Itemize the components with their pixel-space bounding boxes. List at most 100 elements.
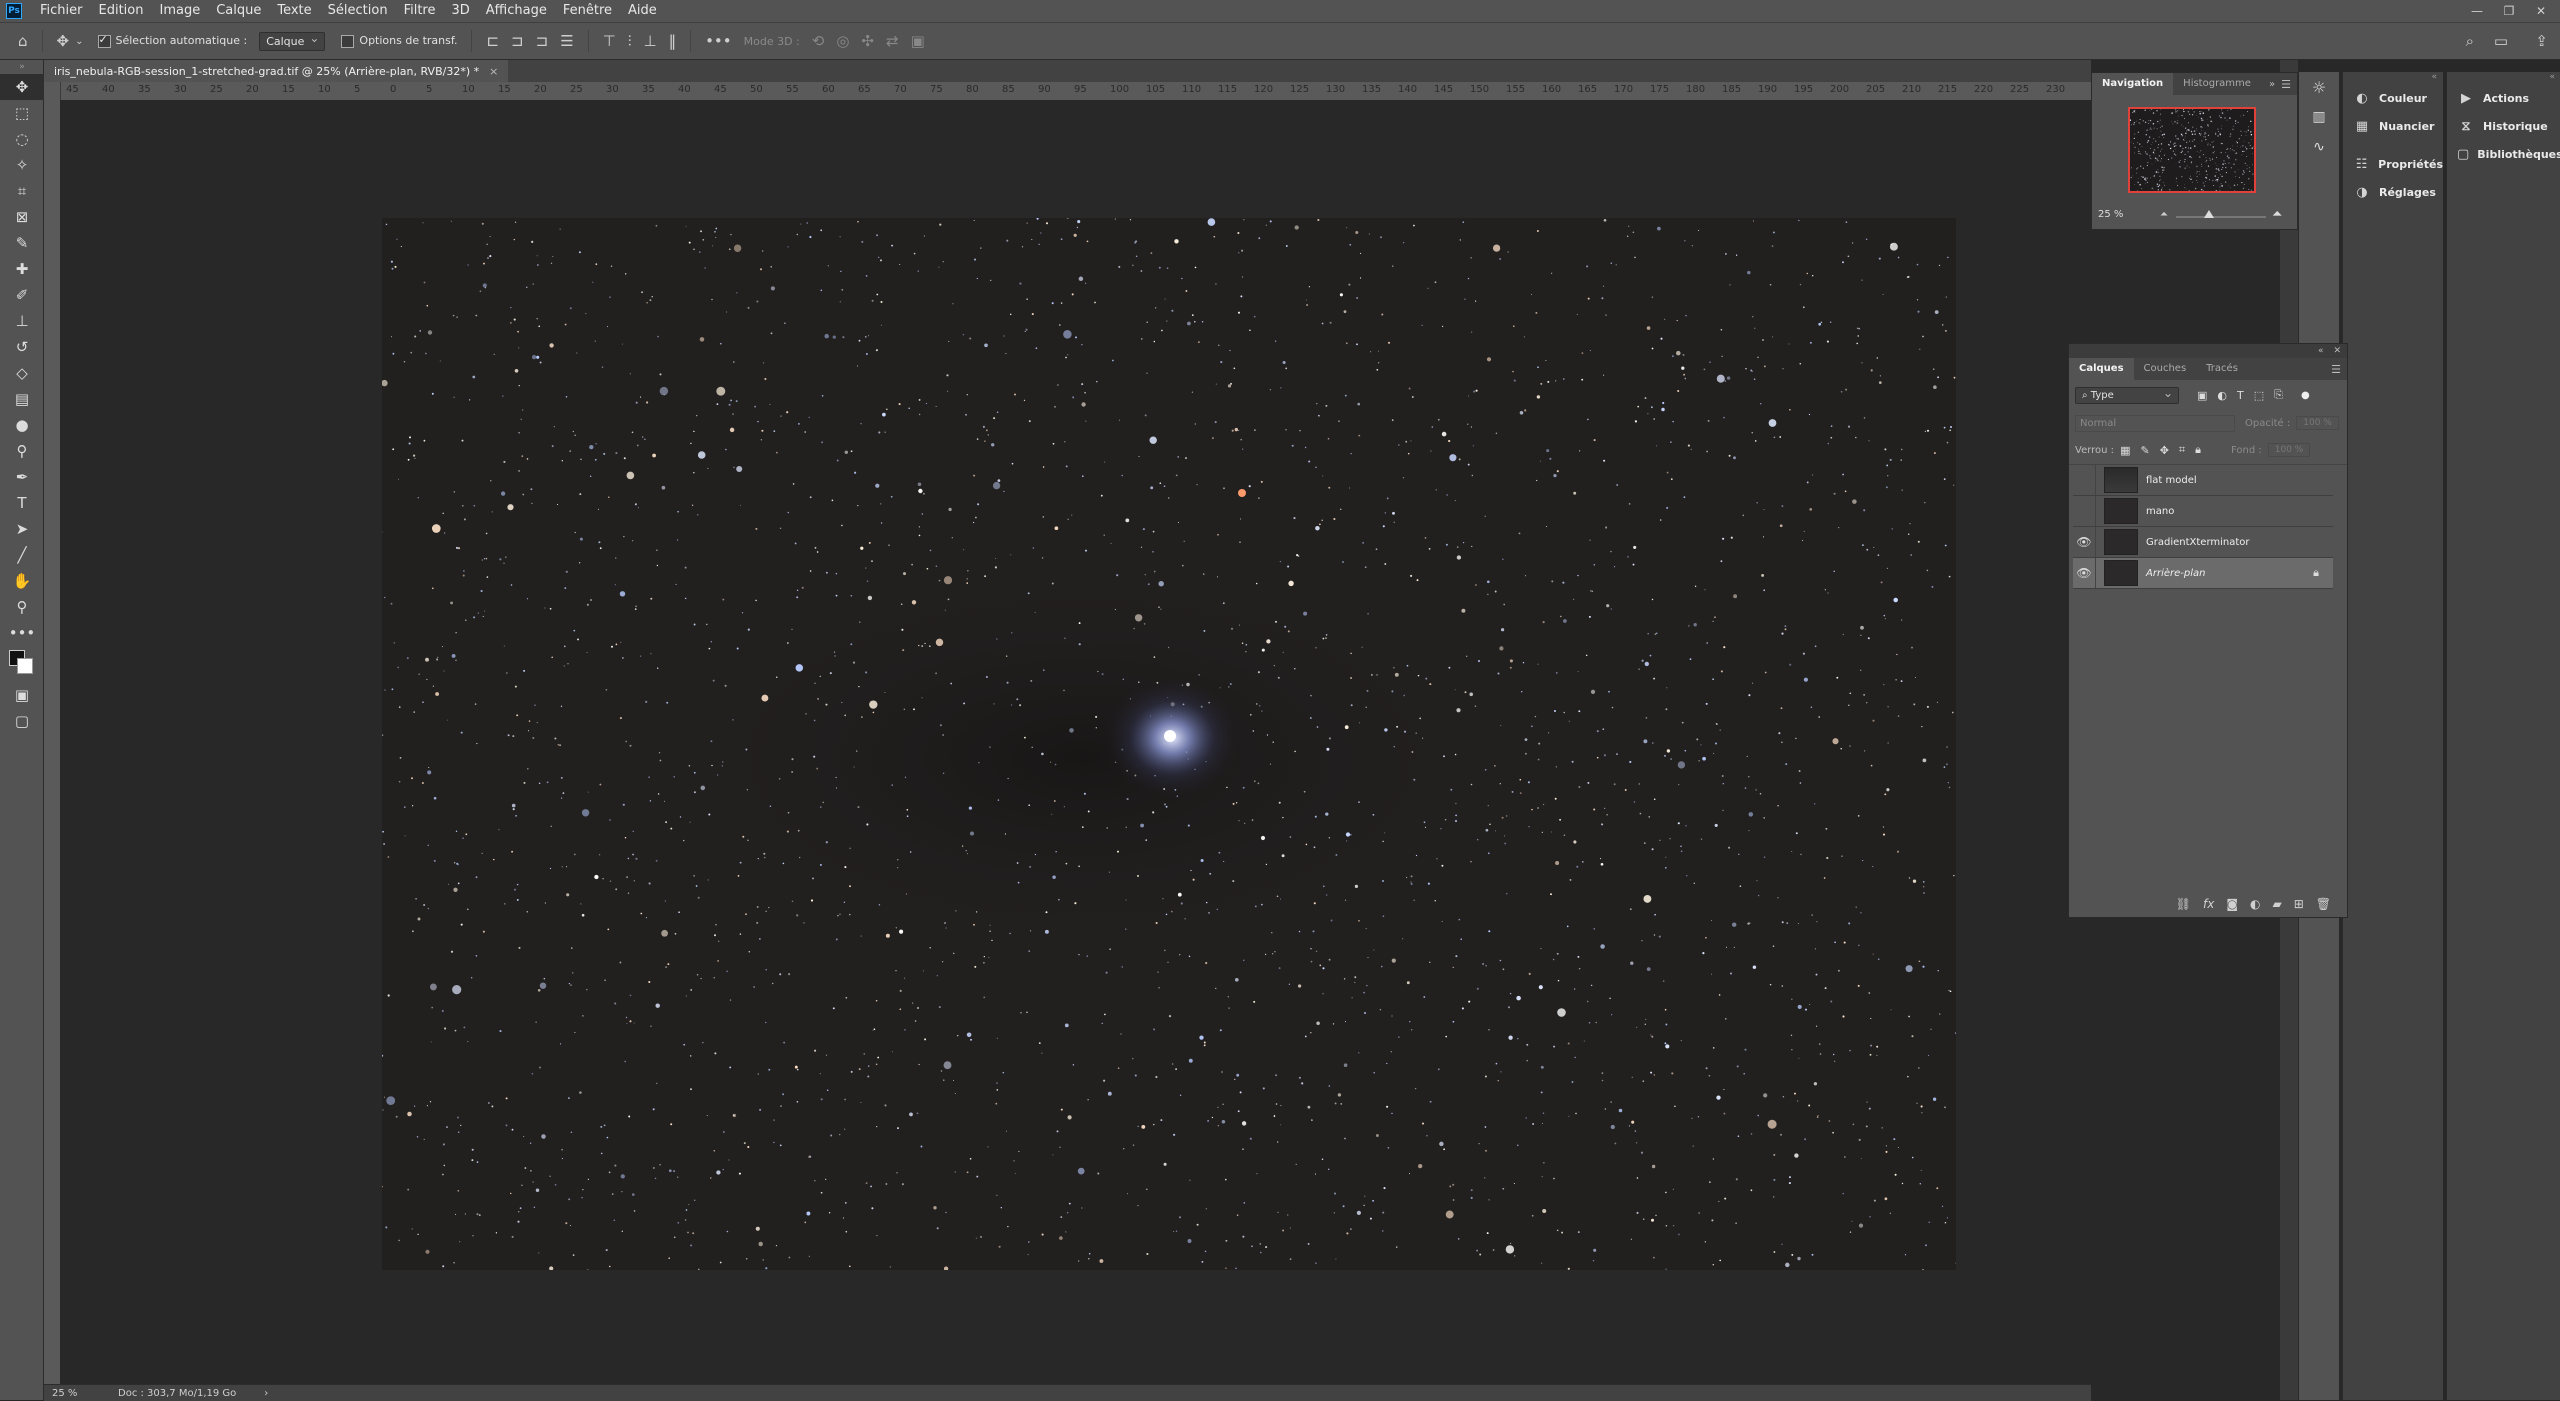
link-layers-icon[interactable]: ⛓ bbox=[2176, 897, 2191, 911]
filter-shape-icon[interactable]: ⬚ bbox=[2254, 389, 2264, 402]
tab-calques[interactable]: Calques bbox=[2069, 358, 2134, 380]
filter-adjustment-icon[interactable]: ◐ bbox=[2217, 389, 2227, 402]
new-layer-icon[interactable]: ⊞ bbox=[2294, 897, 2304, 911]
3d-camera-icon[interactable]: ▣ bbox=[911, 32, 925, 50]
brush-tool-icon[interactable]: ✐ bbox=[0, 282, 44, 308]
panel-bibliotheques[interactable]: ▢Bibliothèques bbox=[2447, 140, 2560, 168]
navigator-zoom-slider[interactable] bbox=[2176, 216, 2266, 218]
menu-fichier[interactable]: Fichier bbox=[32, 0, 91, 22]
3d-roll-icon[interactable]: ◎ bbox=[836, 32, 849, 50]
more-tools-icon[interactable]: ••• bbox=[0, 620, 44, 646]
vertical-ruler[interactable] bbox=[44, 82, 61, 1384]
align-top-icon[interactable]: ⊤ bbox=[603, 32, 616, 50]
eyedropper-tool-icon[interactable]: ✎ bbox=[0, 230, 44, 256]
crop-tool-icon[interactable]: ⌗ bbox=[0, 178, 44, 204]
panel-reglages[interactable]: ◑Réglages bbox=[2343, 178, 2443, 206]
tab-couches[interactable]: Couches bbox=[2134, 358, 2197, 380]
collapse-column-icon[interactable]: « bbox=[2447, 72, 2560, 84]
history-brush-tool-icon[interactable]: ↺ bbox=[0, 334, 44, 360]
zoom-tool-icon[interactable]: ⚲ bbox=[0, 594, 44, 620]
transform-controls-checkbox[interactable] bbox=[341, 35, 354, 48]
menu-affichage[interactable]: Affichage bbox=[478, 0, 555, 22]
floating-panel-header[interactable]: « ✕ bbox=[2069, 344, 2347, 358]
layer-row[interactable]: 👁︎ GradientXterminator bbox=[2073, 527, 2333, 558]
collapse-panel-icon[interactable]: « bbox=[2318, 346, 2324, 356]
panel-historique[interactable]: ⧖Historique bbox=[2447, 112, 2560, 140]
screen-mode-icon[interactable]: ▢ bbox=[0, 708, 44, 734]
path-selection-tool-icon[interactable]: ➤ bbox=[0, 516, 44, 542]
align-bottom-icon[interactable]: ⊥ bbox=[643, 32, 656, 50]
healing-brush-tool-icon[interactable]: ✚ bbox=[0, 256, 44, 282]
panel-nuancier[interactable]: ▦Nuancier bbox=[2343, 112, 2443, 140]
brightness-icon[interactable]: ☼ bbox=[2299, 72, 2339, 102]
move-tool-icon[interactable]: ✥ bbox=[57, 32, 70, 50]
lock-transparent-icon[interactable]: ▦ bbox=[2120, 444, 2130, 457]
panel-menu-icon[interactable]: ☰ bbox=[2281, 78, 2291, 91]
hand-tool-icon[interactable]: ✋ bbox=[0, 568, 44, 594]
gradient-tool-icon[interactable]: ▤ bbox=[0, 386, 44, 412]
menu-aide[interactable]: Aide bbox=[620, 0, 665, 22]
zoom-slider-thumb[interactable] bbox=[2204, 210, 2214, 218]
menu-selection[interactable]: Sélection bbox=[320, 0, 396, 22]
tab-traces[interactable]: Tracés bbox=[2196, 358, 2248, 380]
document-image[interactable] bbox=[382, 218, 1956, 1270]
visibility-toggle[interactable] bbox=[2073, 496, 2096, 526]
zoom-out-mountain-icon[interactable]: ⏶ bbox=[2160, 209, 2168, 220]
home-icon[interactable]: ⌂ bbox=[18, 32, 28, 50]
auto-select-checkbox[interactable] bbox=[98, 35, 111, 48]
search-icon[interactable]: ⌕ bbox=[2466, 32, 2474, 50]
lock-position-icon[interactable]: ✥ bbox=[2160, 444, 2169, 457]
menu-edition[interactable]: Edition bbox=[91, 0, 152, 22]
navigator-zoom[interactable]: 25 % bbox=[2098, 209, 2123, 220]
panel-menu-icon[interactable]: ☰ bbox=[2331, 363, 2341, 376]
lock-image-icon[interactable]: ✎ bbox=[2140, 444, 2149, 457]
eye-icon[interactable]: 👁︎ bbox=[2073, 527, 2096, 557]
layer-row[interactable]: mano bbox=[2073, 496, 2333, 527]
fill-field[interactable]: 100 % bbox=[2268, 443, 2311, 457]
curves-icon[interactable]: ∿ bbox=[2299, 132, 2339, 162]
layer-filter-dropdown[interactable]: ⌕ Type bbox=[2075, 387, 2179, 404]
marquee-tool-icon[interactable]: ⬚ bbox=[0, 100, 44, 126]
share-icon[interactable]: ⇪ bbox=[2535, 32, 2548, 50]
panel-proprietes[interactable]: ☷Propriétés bbox=[2343, 150, 2443, 178]
move-tool-icon[interactable]: ✥ bbox=[0, 74, 44, 100]
menu-fenetre[interactable]: Fenêtre bbox=[555, 0, 620, 22]
collapse-column-icon[interactable]: « bbox=[2343, 72, 2443, 84]
new-adjustment-icon[interactable]: ◐ bbox=[2250, 897, 2260, 911]
menu-filtre[interactable]: Filtre bbox=[396, 0, 444, 22]
auto-select-dropdown[interactable]: Calque bbox=[259, 32, 325, 51]
3d-orbit-icon[interactable]: ⟲ bbox=[812, 32, 825, 50]
new-group-icon[interactable]: ▰ bbox=[2272, 897, 2281, 911]
lock-artboard-icon[interactable]: ⌗ bbox=[2179, 443, 2185, 457]
magic-wand-tool-icon[interactable]: ✧ bbox=[0, 152, 44, 178]
fx-icon[interactable]: fx bbox=[2203, 897, 2214, 911]
tab-navigation[interactable]: Navigation bbox=[2092, 73, 2173, 95]
distribute-vertical-icon[interactable]: ‖ bbox=[669, 32, 677, 50]
blur-tool-icon[interactable]: ● bbox=[0, 412, 44, 438]
menu-3d[interactable]: 3D bbox=[444, 0, 478, 22]
close-panel-icon[interactable]: ✕ bbox=[2333, 346, 2341, 356]
more-options-icon[interactable]: ••• bbox=[705, 32, 732, 50]
filter-toggle-icon[interactable]: ● bbox=[2301, 390, 2310, 401]
align-right-icon[interactable]: ⊐ bbox=[536, 32, 549, 50]
horizontal-ruler[interactable]: 4540353025201510505101520253035404550556… bbox=[60, 82, 2091, 101]
zoom-level[interactable]: 25 % bbox=[52, 1388, 112, 1399]
menu-texte[interactable]: Texte bbox=[269, 0, 319, 22]
collapse-toolbar-icon[interactable]: » bbox=[0, 60, 44, 74]
dodge-tool-icon[interactable]: ⚲ bbox=[0, 438, 44, 464]
status-menu-arrow[interactable]: › bbox=[264, 1388, 268, 1399]
line-tool-icon[interactable]: ╱ bbox=[0, 542, 44, 568]
menu-image[interactable]: Image bbox=[151, 0, 208, 22]
tab-histogramme[interactable]: Histogramme bbox=[2173, 73, 2261, 95]
lasso-tool-icon[interactable]: ◌ bbox=[0, 126, 44, 152]
background-color-swatch[interactable] bbox=[17, 658, 33, 674]
layer-row[interactable]: 👁︎ Arrière-plan 🔒︎ bbox=[2073, 558, 2333, 589]
filter-pixel-icon[interactable]: ▣ bbox=[2197, 389, 2207, 402]
workspace-icon[interactable]: ▭ bbox=[2494, 32, 2508, 50]
align-middle-icon[interactable]: ⫶ bbox=[628, 32, 632, 50]
visibility-toggle[interactable] bbox=[2073, 465, 2096, 495]
chevron-down-icon[interactable]: ⌄ bbox=[75, 36, 83, 47]
frame-tool-icon[interactable]: ⊠ bbox=[0, 204, 44, 230]
eraser-tool-icon[interactable]: ◇ bbox=[0, 360, 44, 386]
minimize-icon[interactable]: — bbox=[2462, 0, 2492, 22]
